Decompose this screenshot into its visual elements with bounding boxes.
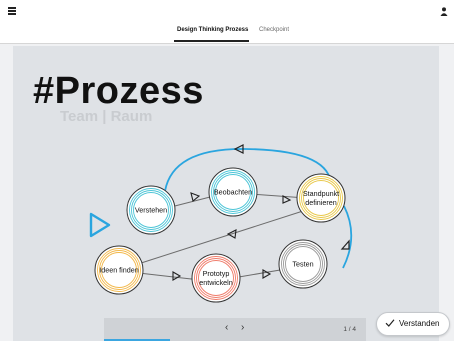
slide: #Prozess Team | Raum Verstehen Beobachten… xyxy=(13,46,439,341)
process-node-testen: Testen xyxy=(278,239,328,289)
top-bar xyxy=(0,0,454,24)
process-diagram: Verstehen Beobachten Standpunktdefinieren I… xyxy=(89,144,353,303)
process-node-prototyp: Prototypentwickeln xyxy=(191,253,241,303)
process-node-standpunkt: Standpunktdefinieren xyxy=(296,173,346,223)
slide-navigation: ‹ › 1 / 4 xyxy=(104,318,366,341)
verstanden-label: Verstanden xyxy=(399,319,440,328)
loop-arrow-right xyxy=(340,239,350,250)
process-node-verstehen: Verstehen xyxy=(126,185,176,235)
process-node-label: Beobachten xyxy=(214,188,252,197)
process-node-ideen: Ideen finden xyxy=(94,245,144,295)
process-node-label: Testen xyxy=(292,260,313,269)
check-icon xyxy=(385,319,395,327)
process-node-label: Verstehen xyxy=(135,206,167,215)
process-node-label: Standpunkt xyxy=(303,189,339,198)
process-node-beobachten: Beobachten xyxy=(208,167,258,217)
start-arrow-icon xyxy=(89,212,111,238)
arrow-prototyp-testen xyxy=(262,269,272,279)
process-node-label: Prototyp xyxy=(203,269,230,278)
verstanden-button[interactable]: Verstanden xyxy=(376,312,450,336)
tab-checkpoint[interactable]: Checkpoint xyxy=(259,27,289,33)
connector-prototyp-testen xyxy=(232,268,287,279)
loop-arc-right xyxy=(342,205,353,269)
tab-design-thinking-prozess[interactable]: Design Thinking Prozess xyxy=(177,27,248,33)
user-icon[interactable] xyxy=(440,7,448,16)
process-node-label: entwickeln xyxy=(199,278,233,287)
process-node-label: definieren xyxy=(305,198,337,207)
chevron-right-icon[interactable]: › xyxy=(241,322,244,333)
page-counter: 1 / 4 xyxy=(343,326,356,333)
hamburger-menu-icon[interactable] xyxy=(8,7,16,15)
arrow-ideen-prototyp xyxy=(172,271,182,281)
active-tab-indicator xyxy=(174,40,249,42)
tab-bar: Design Thinking Prozess Checkpoint xyxy=(0,24,454,44)
chevron-left-icon[interactable]: ‹ xyxy=(225,322,228,333)
process-node-label: Ideen finden xyxy=(99,266,139,275)
